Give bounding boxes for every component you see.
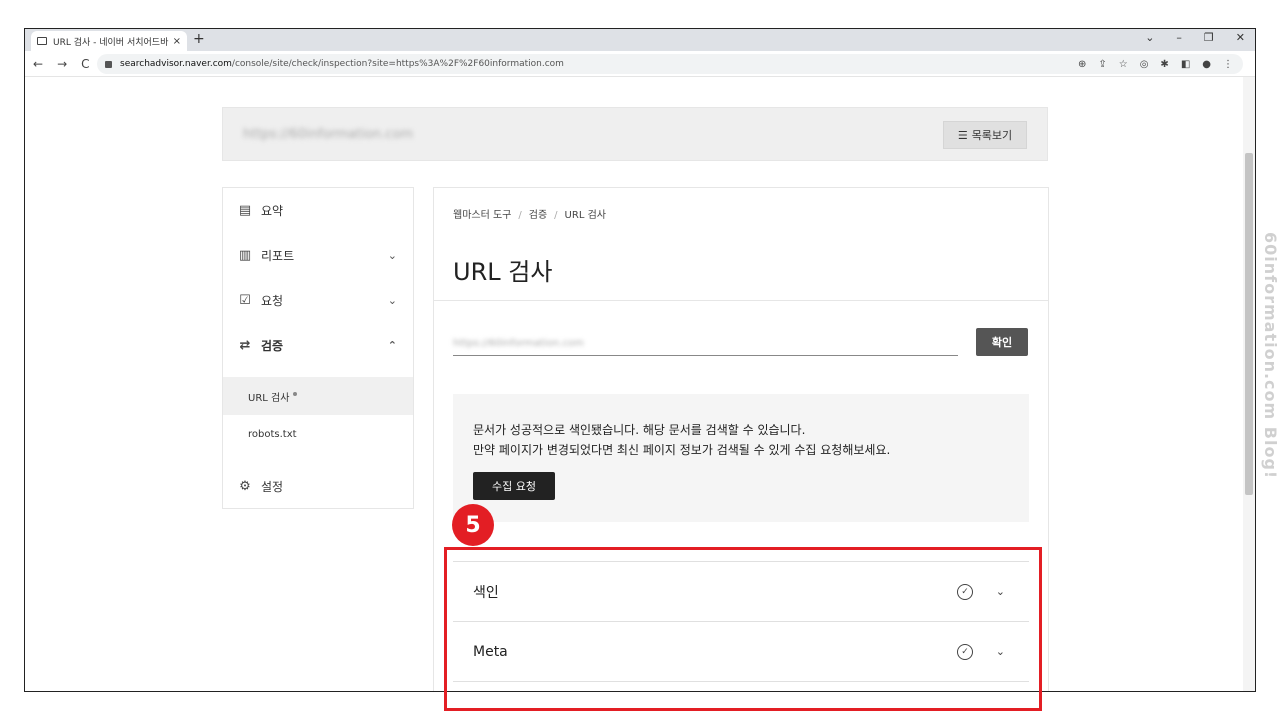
share-icon[interactable]: ⇪	[1098, 59, 1106, 70]
sidebar-item-summary[interactable]: ▤ 요약	[223, 190, 413, 230]
new-tab-button[interactable]: +	[193, 31, 205, 47]
sidebar-item-report[interactable]: ▥ 리포트 ⌄	[223, 235, 413, 275]
reload-icon[interactable]: C	[81, 57, 89, 71]
result-message-box: 문서가 성공적으로 색인됐습니다. 해당 문서를 검색할 수 있습니다. 만약 …	[453, 394, 1029, 522]
menu-icon[interactable]: ⋮	[1223, 59, 1233, 70]
sidebar: ▤ 요약 ▥ 리포트 ⌄ ☑ 요청 ⌄ ⇄ 검증 ⌃ URL 검사 robots…	[222, 187, 414, 509]
nav-buttons: ← → C	[25, 57, 90, 71]
star-icon[interactable]: ☆	[1119, 59, 1128, 70]
list-view-button[interactable]: ☰ 목록보기	[943, 121, 1027, 149]
breadcrumb-item[interactable]: 웹마스터 도구	[453, 210, 511, 221]
result-message-line: 문서가 성공적으로 색인됐습니다. 해당 문서를 검색할 수 있습니다.	[473, 423, 806, 437]
sidepanel-icon[interactable]: ◧	[1181, 59, 1190, 70]
breadcrumb-separator: /	[554, 210, 558, 221]
profile-icon[interactable]: ●	[1202, 59, 1211, 70]
url-path: /console/site/check/inspection?site=http…	[231, 59, 564, 69]
zoom-icon[interactable]: ⊕	[1078, 59, 1086, 70]
chevron-up-icon: ⌃	[387, 338, 397, 352]
breadcrumb-separator: /	[518, 210, 522, 221]
list-icon: ☰	[957, 128, 968, 142]
address-bar[interactable]: searchadvisor.naver.com/console/site/che…	[97, 54, 1243, 74]
back-icon[interactable]: ←	[33, 57, 43, 71]
divider	[434, 300, 1048, 301]
toolbar-icons: ⊕ ⇪ ☆ ◎ ✱ ◧ ● ⋮	[1078, 59, 1233, 70]
favicon-icon	[37, 37, 47, 45]
url-input[interactable]: https://60information.com	[453, 332, 958, 356]
chevron-down-icon: ⌄	[387, 293, 397, 307]
extensions-icon[interactable]: ✱	[1160, 59, 1168, 70]
watermark: 60information.com Blog!	[1261, 232, 1280, 480]
collect-request-button[interactable]: 수집 요청	[473, 472, 555, 500]
sidebar-item-label: 검증	[261, 338, 284, 353]
step-badge: 5	[452, 504, 494, 546]
clipboard-icon: ▤	[238, 202, 252, 218]
breadcrumb-item-current: URL 검사	[564, 210, 606, 221]
confirm-button[interactable]: 확인	[976, 328, 1028, 356]
sidebar-item-label: 설정	[261, 479, 284, 494]
swap-icon: ⇄	[239, 337, 251, 353]
tab-close-icon[interactable]: ×	[173, 36, 181, 47]
result-message: 문서가 성공적으로 색인됐습니다. 해당 문서를 검색할 수 있습니다. 만약 …	[473, 420, 890, 460]
tab-search-icon[interactable]: ⌄	[1145, 31, 1154, 44]
window-controls: ⌄ – ❐ ✕	[1145, 31, 1245, 44]
highlight-box	[444, 547, 1042, 711]
scrollbar-thumb[interactable]	[1245, 153, 1253, 495]
sidebar-item-settings[interactable]: ⚙ 설정	[223, 466, 413, 506]
breadcrumb-item[interactable]: 검증	[529, 210, 547, 221]
sidebar-item-request[interactable]: ☑ 요청 ⌄	[223, 280, 413, 320]
url-input-value: https://60information.com	[453, 338, 584, 349]
tab-title: URL 검사 - 네이버 서치어드바이	[53, 37, 169, 48]
sidebar-item-label: 요약	[261, 203, 284, 218]
sidebar-subitem-label: robots.txt	[248, 428, 297, 440]
minimize-icon[interactable]: –	[1176, 31, 1182, 44]
breadcrumb: 웹마스터 도구 / 검증 / URL 검사	[453, 206, 606, 221]
sidebar-subitem-label: URL 검사	[248, 392, 290, 404]
tab-strip: URL 검사 - 네이버 서치어드바이 × + ⌄ – ❐ ✕	[25, 29, 1255, 51]
close-window-icon[interactable]: ✕	[1236, 31, 1245, 44]
site-header: https://60information.com ☰ 목록보기	[222, 107, 1048, 161]
camera-icon[interactable]: ◎	[1140, 59, 1149, 70]
page-title: URL 검사	[453, 258, 553, 286]
browser-tab[interactable]: URL 검사 - 네이버 서치어드바이 ×	[31, 31, 187, 51]
checklist-icon: ☑	[239, 292, 251, 308]
sidebar-subitem-url-inspection[interactable]: URL 검사	[223, 377, 413, 415]
sidebar-item-label: 리포트	[261, 248, 295, 263]
browser-toolbar: ← → C searchadvisor.naver.com/console/si…	[25, 51, 1255, 77]
list-view-label: 목록보기	[971, 129, 1013, 142]
forward-icon[interactable]: →	[57, 57, 67, 71]
lock-icon[interactable]	[105, 60, 112, 68]
restore-icon[interactable]: ❐	[1204, 31, 1214, 44]
active-dot-icon	[293, 391, 298, 396]
chevron-down-icon: ⌄	[387, 248, 397, 262]
sidebar-item-verify[interactable]: ⇄ 검증 ⌃	[223, 325, 413, 365]
gear-icon: ⚙	[239, 478, 251, 494]
result-message-line: 만약 페이지가 변경되었다면 최신 페이지 정보가 검색될 수 있게 수집 요청…	[473, 443, 891, 457]
sidebar-item-label: 요청	[261, 293, 284, 308]
site-url: https://60information.com	[243, 127, 414, 142]
chart-icon: ▥	[238, 247, 252, 263]
url-host: searchadvisor.naver.com	[120, 59, 232, 69]
sidebar-subitem-robots[interactable]: robots.txt	[223, 415, 413, 453]
